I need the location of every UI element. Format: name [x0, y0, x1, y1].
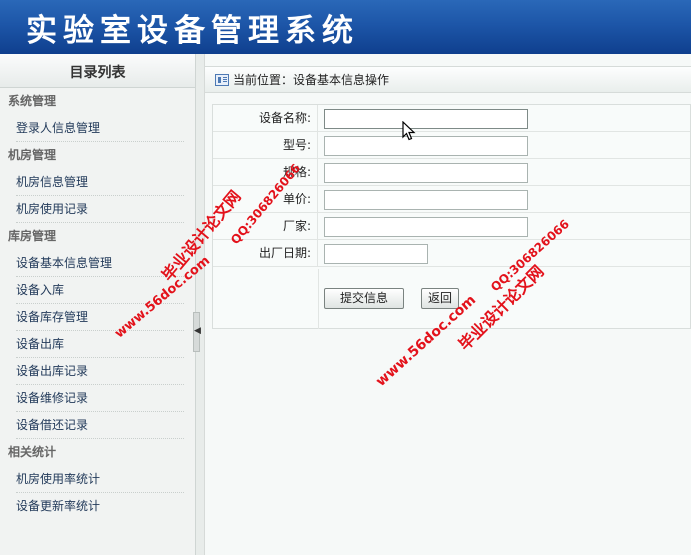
manufacture-date-input[interactable] [324, 244, 428, 264]
form-row: 型号: [213, 132, 690, 159]
app-title: 实验室设备管理系统 [26, 13, 359, 49]
sidebar-item-device-update-stats[interactable]: 设备更新率统计 [16, 493, 184, 520]
form-row: 设备名称: [213, 105, 690, 132]
field-label-spec: 规格: [213, 159, 318, 185]
sidebar-gutter [196, 54, 205, 555]
device-name-input[interactable] [324, 109, 528, 129]
sidebar: 目录列表 系统管理 登录人信息管理 机房管理 机房信息管理 机房使用记录 库房管… [0, 54, 196, 555]
form-row: 出厂日期: [213, 240, 690, 267]
actions-label-cell [213, 269, 319, 329]
breadcrumb: 当前位置：设备基本信息操作 [205, 66, 691, 93]
submit-button[interactable]: 提交信息 [324, 288, 404, 309]
back-button[interactable]: 返回 [421, 288, 459, 309]
sidebar-item-device-borrow-log[interactable]: 设备借还记录 [16, 412, 184, 439]
main-content: 当前位置：设备基本信息操作 设备名称: 型号: 规格: 单价: 厂家: 出厂日期… [205, 54, 691, 555]
sidebar-item-room-usage-stats[interactable]: 机房使用率统计 [16, 466, 184, 493]
sidebar-group-warehouse[interactable]: 库房管理 [0, 223, 195, 250]
form-actions: 提交信息 返回 [213, 269, 690, 329]
form-row: 规格: [213, 159, 690, 186]
sidebar-item-device-out-log[interactable]: 设备出库记录 [16, 358, 184, 385]
field-label-maker: 厂家: [213, 213, 318, 239]
sidebar-item-login-user[interactable]: 登录人信息管理 [16, 115, 184, 142]
collapse-arrow-icon: ◀ [194, 326, 201, 336]
sidebar-item-device-out[interactable]: 设备出库 [16, 331, 184, 358]
device-model-input[interactable] [324, 136, 528, 156]
sidebar-item-room-info[interactable]: 机房信息管理 [16, 169, 184, 196]
sidebar-item-room-usage[interactable]: 机房使用记录 [16, 196, 184, 223]
list-icon [215, 74, 229, 86]
breadcrumb-text: 当前位置：设备基本信息操作 [233, 73, 390, 87]
device-form: 设备名称: 型号: 规格: 单价: 厂家: 出厂日期: 提交信息 返回 [212, 104, 691, 329]
header-banner: 实验室设备管理系统 [0, 0, 691, 54]
field-label-model: 型号: [213, 132, 318, 158]
field-label-name: 设备名称: [213, 105, 318, 131]
sidebar-item-device-stock[interactable]: 设备库存管理 [16, 304, 184, 331]
sidebar-collapse-handle[interactable]: ◀ [193, 312, 201, 352]
form-row: 厂家: [213, 213, 690, 240]
sidebar-group-room[interactable]: 机房管理 [0, 142, 195, 169]
device-maker-input[interactable] [324, 217, 528, 237]
device-spec-input[interactable] [324, 163, 528, 183]
sidebar-item-device-repair-log[interactable]: 设备维修记录 [16, 385, 184, 412]
field-label-price: 单价: [213, 186, 318, 212]
sidebar-item-device-in[interactable]: 设备入库 [16, 277, 184, 304]
form-row: 单价: [213, 186, 690, 213]
field-label-date: 出厂日期: [213, 240, 318, 266]
sidebar-group-stats[interactable]: 相关统计 [0, 439, 195, 466]
sidebar-group-system[interactable]: 系统管理 [0, 88, 195, 115]
sidebar-item-device-info[interactable]: 设备基本信息管理 [16, 250, 184, 277]
sidebar-title: 目录列表 [0, 54, 195, 88]
device-price-input[interactable] [324, 190, 528, 210]
